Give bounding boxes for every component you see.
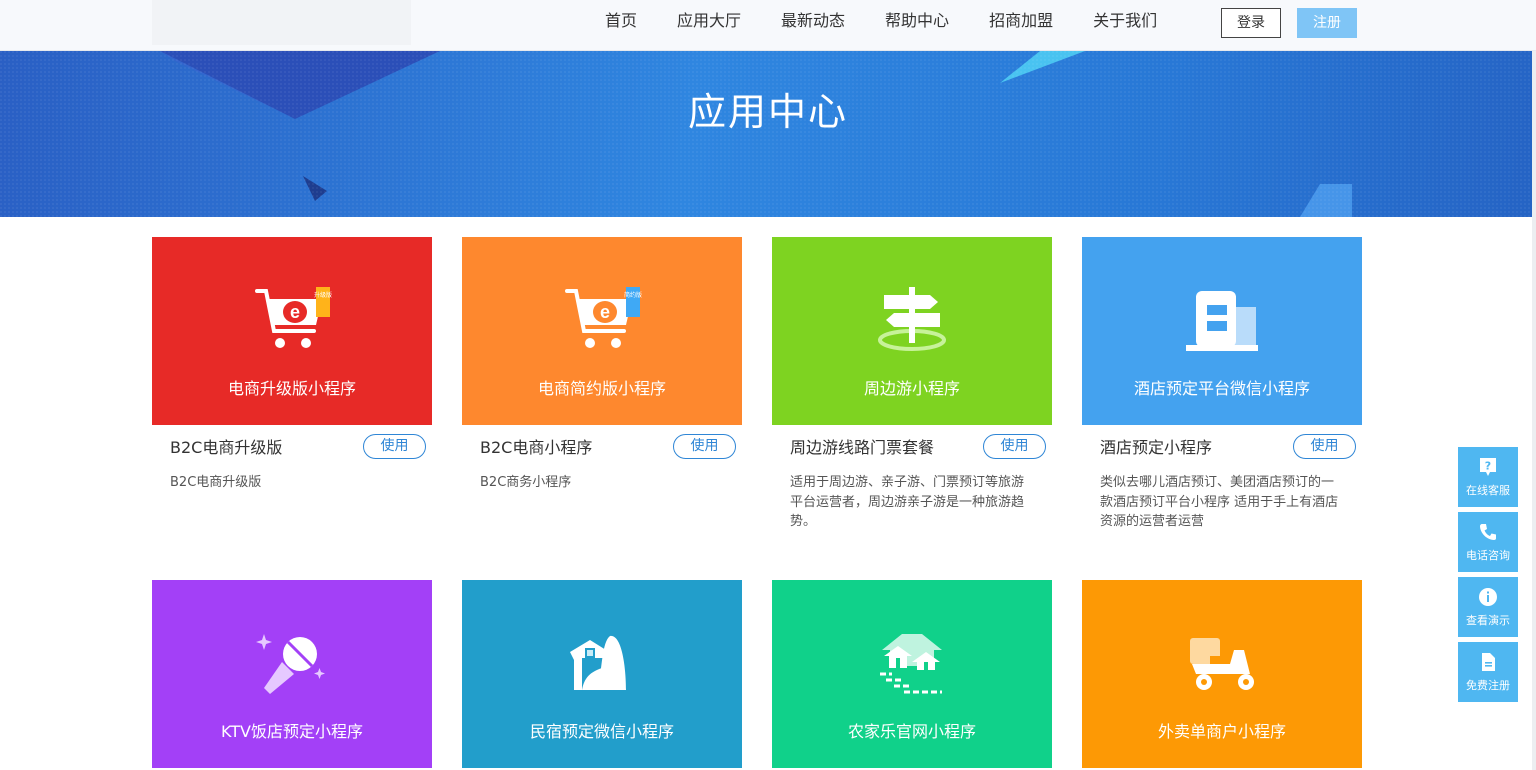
app-card-ecommerce-upgrade[interactable]: e 升级版 电商升级版小程序 B2C电商升级版 使用 B2C电商升级版 (152, 237, 432, 490)
card-description: B2C电商升级版 (170, 475, 262, 490)
scrollbar-track[interactable] (1532, 0, 1536, 770)
document-icon (1482, 653, 1495, 671)
app-card-ecommerce-simple[interactable]: e 简约版 电商简约版小程序 B2C电商小程序 使用 B2C商务小程序 (462, 237, 742, 490)
card-name: 周边游线路门票套餐 (790, 438, 935, 457)
card-description: 适用于周边游、亲子游、门票预订等旅游平台运营者，周边游亲子游是一种旅游趋势。 (790, 475, 1025, 529)
banner-title: 应用中心 (687, 90, 848, 134)
card-caption: 电商简约版小程序 (537, 379, 666, 398)
card-cover[interactable]: 民宿预定微信小程序 (462, 580, 742, 768)
side-label: 电话咨询 (1466, 549, 1510, 562)
card-cover[interactable]: KTV饭店预定小程序 (152, 580, 432, 768)
use-button[interactable]: 使用 (983, 434, 1046, 459)
shopping-cart-upgrade-icon: e 升级版 (255, 287, 332, 348)
svg-text:?: ? (1485, 460, 1491, 473)
card-cover[interactable]: e 简约版 电商简约版小程序 (462, 237, 742, 425)
card-cover[interactable]: 周边游小程序 (772, 237, 1052, 425)
free-register-button[interactable]: 免费注册 (1458, 642, 1518, 702)
register-button[interactable]: 注册 (1297, 8, 1357, 38)
view-demo-button[interactable]: 查看演示 (1458, 577, 1518, 637)
svg-text:e: e (290, 302, 300, 322)
card-name: B2C电商升级版 (170, 438, 283, 457)
hero-banner: 应用中心 (0, 51, 1536, 217)
question-chat-icon: ? (1480, 458, 1496, 476)
login-button[interactable]: 登录 (1221, 8, 1281, 38)
card-caption: 民宿预定微信小程序 (529, 722, 674, 741)
nav-help[interactable]: 帮助中心 (865, 0, 969, 44)
app-card-hotel-booking[interactable]: 酒店预定平台微信小程序 酒店预定小程序 使用 类似去哪儿酒店预订、美团酒店预订的… (1082, 237, 1362, 529)
app-card-farmhouse[interactable]: 农家乐官网小程序 (772, 580, 1052, 768)
nav-about[interactable]: 关于我们 (1073, 0, 1177, 44)
nav-app-hall[interactable]: 应用大厅 (657, 0, 761, 44)
use-button[interactable]: 使用 (1293, 434, 1356, 459)
farmhouse-icon (880, 634, 942, 694)
nav-news[interactable]: 最新动态 (761, 0, 865, 44)
top-header: 首页 应用大厅 最新动态 帮助中心 招商加盟 关于我们 登录 注册 (0, 0, 1536, 51)
phone-icon (1480, 524, 1496, 540)
card-caption: 电商升级版小程序 (227, 379, 356, 398)
side-label: 查看演示 (1466, 614, 1510, 627)
delivery-scooter-icon (1190, 638, 1254, 690)
guesthouse-icon (570, 635, 626, 690)
use-button[interactable]: 使用 (673, 434, 736, 459)
info-icon (1479, 588, 1497, 606)
online-service-button[interactable]: ? 在线客服 (1458, 447, 1518, 507)
microphone-icon (256, 634, 325, 694)
card-caption: 农家乐官网小程序 (847, 722, 976, 741)
card-caption: KTV饭店预定小程序 (221, 722, 363, 741)
card-caption: 周边游小程序 (863, 379, 960, 398)
signpost-icon (878, 287, 946, 351)
app-card-ktv[interactable]: KTV饭店预定小程序 (152, 580, 432, 768)
card-tag: 升级版 (314, 291, 332, 299)
card-cover[interactable]: 农家乐官网小程序 (772, 580, 1052, 768)
side-label: 在线客服 (1466, 484, 1510, 497)
nav-franchise[interactable]: 招商加盟 (969, 0, 1073, 44)
app-card-nearby-travel[interactable]: 周边游小程序 周边游线路门票套餐 使用 适用于周边游、亲子游、门票预订等旅游平台… (772, 237, 1052, 529)
logo[interactable] (152, 0, 411, 45)
card-cover[interactable]: 酒店预定平台微信小程序 (1082, 237, 1362, 425)
card-description: 类似去哪儿酒店预订、美团酒店预订的一款酒店预订平台小程序 适用于手上有酒店资源的… (1100, 475, 1339, 529)
shopping-cart-simple-icon: e 简约版 (565, 287, 642, 348)
hotel-building-icon (1186, 291, 1258, 351)
main-nav: 首页 应用大厅 最新动态 帮助中心 招商加盟 关于我们 (585, 0, 1177, 44)
svg-text:e: e (600, 302, 610, 322)
card-cover[interactable]: e 升级版 电商升级版小程序 (152, 237, 432, 425)
nav-home[interactable]: 首页 (585, 0, 657, 44)
card-cover[interactable]: 外卖单商户小程序 (1082, 580, 1362, 768)
app-card-takeaway[interactable]: 外卖单商户小程序 (1082, 580, 1362, 768)
use-button[interactable]: 使用 (363, 434, 426, 459)
phone-consult-button[interactable]: 电话咨询 (1458, 512, 1518, 572)
card-tag: 简约版 (624, 291, 642, 299)
card-description: B2C商务小程序 (480, 475, 572, 490)
card-caption: 酒店预定平台微信小程序 (1133, 379, 1310, 398)
card-caption: 外卖单商户小程序 (1157, 722, 1286, 741)
card-name: 酒店预定小程序 (1100, 438, 1213, 457)
app-card-guesthouse[interactable]: 民宿预定微信小程序 (462, 580, 742, 768)
side-label: 免费注册 (1466, 679, 1510, 692)
card-name: B2C电商小程序 (480, 438, 593, 457)
